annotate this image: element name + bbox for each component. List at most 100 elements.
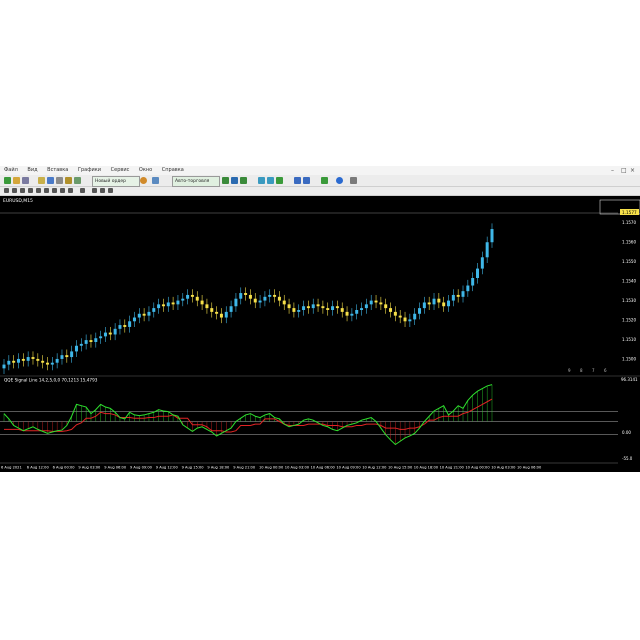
candle-body <box>321 306 325 309</box>
candle-body <box>442 302 446 307</box>
vertical-line-icon[interactable] <box>20 188 25 193</box>
candle-body <box>408 319 412 322</box>
menu-file[interactable]: Файл <box>0 166 22 175</box>
candle-body <box>466 285 470 292</box>
right-label: 8 <box>580 368 583 373</box>
minimize-icon[interactable]: – <box>611 166 614 175</box>
chart-canvas[interactable]: EURUSD,M15 1.1570 1.1560 1.1550 1.1540 1.153… <box>0 196 640 472</box>
data-window-icon[interactable] <box>38 177 45 184</box>
menu-charts[interactable]: Графики <box>74 166 105 175</box>
price-label: 1.1530 <box>622 298 636 303</box>
market-watch-icon[interactable] <box>22 177 29 184</box>
horizontal-line-icon[interactable] <box>28 188 33 193</box>
candlestick-icon[interactable] <box>231 177 238 184</box>
time-label: 10 Aug 03:00 <box>285 466 310 470</box>
new-order-button[interactable]: Новый ордер <box>92 176 140 187</box>
current-price-value: 1.1577 <box>622 210 637 215</box>
zoom-in-icon[interactable] <box>258 177 265 184</box>
candle-body <box>41 360 45 363</box>
navigator-icon[interactable] <box>47 177 54 184</box>
label-tool-icon[interactable] <box>68 188 73 193</box>
candle-body <box>234 298 238 307</box>
candle-body <box>84 340 88 344</box>
tile-windows-icon[interactable] <box>276 177 283 184</box>
candle-body <box>176 300 180 305</box>
candle-body <box>379 302 383 305</box>
period-m5-icon[interactable] <box>100 188 105 193</box>
candle-body <box>413 313 417 320</box>
autoscroll-icon[interactable] <box>294 177 301 184</box>
metaeditor-icon[interactable] <box>140 177 147 184</box>
time-label: 6 Aug 2021 <box>1 466 22 470</box>
history-icon[interactable] <box>74 177 81 184</box>
trendline-icon[interactable] <box>36 188 41 193</box>
tester-icon[interactable] <box>65 177 72 184</box>
period-m1-icon[interactable] <box>92 188 97 193</box>
indicator-title: QQE Signal Line 14,2,5,0,0 70,1213 15,47… <box>4 378 98 383</box>
text-tool-icon[interactable] <box>60 188 65 193</box>
candle-body <box>89 340 93 342</box>
indicator-scale-top: 96.3141 <box>621 377 638 382</box>
menu-tools[interactable]: Сервис <box>107 166 134 175</box>
indicators-icon[interactable] <box>321 177 328 184</box>
candle-body <box>369 300 373 305</box>
close-icon[interactable]: × <box>630 166 635 175</box>
restore-icon[interactable]: □ <box>621 166 627 175</box>
candle-body <box>456 294 460 297</box>
menu-view[interactable]: Вид <box>23 166 41 175</box>
candle-body <box>418 308 422 314</box>
time-label: 10 Aug 06:00 <box>311 466 336 470</box>
drawing-toolbar <box>0 187 640 196</box>
candle-body <box>181 298 185 301</box>
candle-body <box>398 315 402 318</box>
candle-body <box>215 311 219 314</box>
period-m15-icon[interactable] <box>108 188 113 193</box>
menu-help[interactable]: Справка <box>158 166 188 175</box>
candle-body <box>142 313 146 316</box>
candle-body <box>7 360 11 365</box>
candle-body <box>195 296 199 301</box>
candle-body <box>60 355 64 359</box>
candle-body <box>331 306 335 310</box>
candle-body <box>277 296 281 301</box>
periods-icon[interactable] <box>336 177 343 184</box>
main-pane[interactable] <box>2 223 494 374</box>
terminal-icon[interactable] <box>56 177 63 184</box>
candle-body <box>476 268 480 278</box>
candle-body <box>210 308 214 312</box>
time-label: 9 Aug 06:00 <box>104 466 127 470</box>
new-order-label: Новый ордер <box>95 179 127 184</box>
bar-chart-icon[interactable] <box>222 177 229 184</box>
line-chart-icon[interactable] <box>240 177 247 184</box>
zoom-out-icon[interactable] <box>267 177 274 184</box>
time-axis: 6 Aug 2021 6 Aug 12:00 6 Aug 00:00 9 Aug 03… <box>1 466 542 470</box>
candle-body <box>36 358 40 361</box>
time-label: 10 Aug 15:00 <box>388 466 413 470</box>
candle-body <box>292 308 296 312</box>
time-label: 9 Aug 21:00 <box>233 466 256 470</box>
chart-window[interactable]: EURUSD,M15 1.1570 1.1560 1.1550 1.1540 1.153… <box>0 196 640 472</box>
open-profile-icon[interactable] <box>13 177 20 184</box>
candle-body <box>171 302 175 305</box>
menu-window[interactable]: Окно <box>135 166 156 175</box>
indicator-pane[interactable] <box>0 384 618 446</box>
candle-body <box>263 296 267 301</box>
candle-body <box>480 257 484 269</box>
options-icon[interactable] <box>152 177 159 184</box>
arrows-icon[interactable] <box>80 188 85 193</box>
templates-icon[interactable] <box>350 177 357 184</box>
crosshair-icon[interactable] <box>12 188 17 193</box>
autotrading-button[interactable]: Авто-торговля <box>172 176 220 187</box>
time-label: 10 Aug 00:00 <box>465 466 490 470</box>
new-chart-icon[interactable] <box>4 177 11 184</box>
menu-insert[interactable]: Вставка <box>43 166 72 175</box>
fibonacci-icon[interactable] <box>52 188 57 193</box>
chart-shift-icon[interactable] <box>303 177 310 184</box>
candle-body <box>297 310 301 312</box>
time-label: 10 Aug 12:00 <box>362 466 387 470</box>
candle-body <box>200 300 204 305</box>
cursor-icon[interactable] <box>4 188 9 193</box>
channel-icon[interactable] <box>44 188 49 193</box>
time-label: 10 Aug 00:00 <box>259 466 284 470</box>
candle-body <box>229 306 233 312</box>
